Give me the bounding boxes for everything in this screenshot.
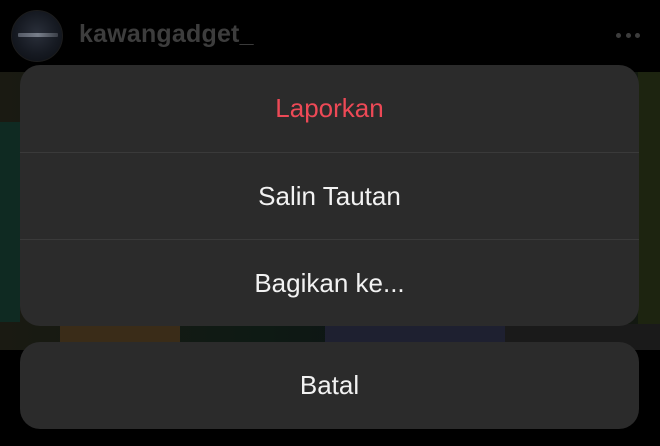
report-button[interactable]: Laporkan — [20, 65, 639, 152]
post-header: kawangadget_ — [0, 0, 660, 72]
share-to-button[interactable]: Bagikan ke... — [20, 239, 639, 326]
cancel-button[interactable]: Batal — [20, 342, 639, 429]
avatar-logo-mark — [18, 33, 58, 37]
post-username[interactable]: kawangadget_ — [79, 20, 254, 49]
more-horizontal-icon[interactable] — [616, 33, 640, 39]
avatar[interactable] — [11, 10, 63, 62]
copy-link-button[interactable]: Salin Tautan — [20, 152, 639, 240]
action-sheet: Laporkan Salin Tautan Bagikan ke... — [20, 65, 639, 326]
instagram-post-options-screen: kawangadget_ Laporkan Salin Tautan Bagik… — [0, 0, 660, 446]
